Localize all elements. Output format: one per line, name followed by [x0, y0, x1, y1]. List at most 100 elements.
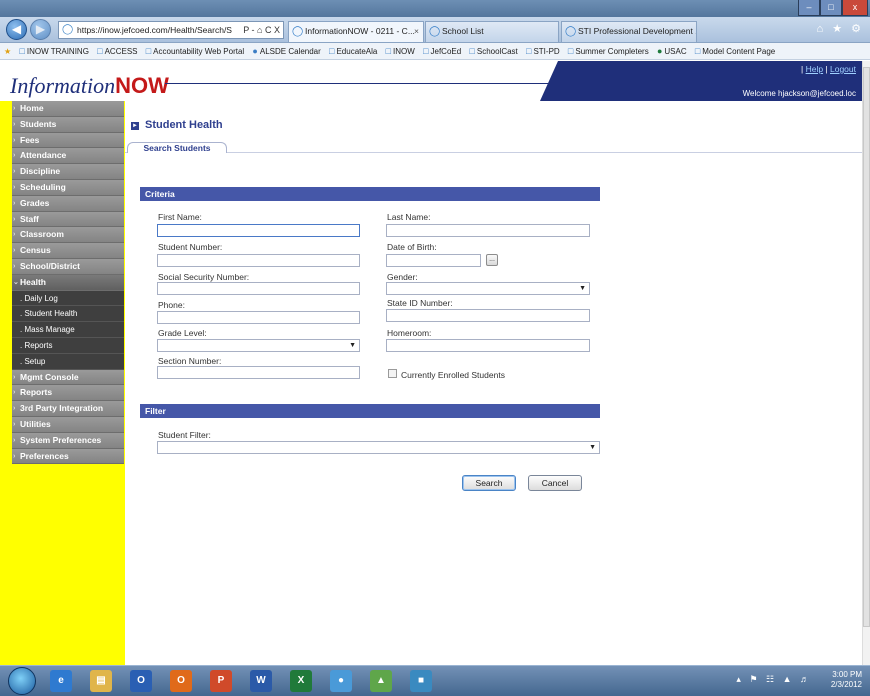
state-id-input[interactable]	[386, 309, 590, 322]
system-clock[interactable]: 3:00 PM 2/3/2012	[831, 670, 862, 690]
favorite-link[interactable]: □ INOW	[385, 43, 415, 59]
menu-item-fees[interactable]: › Fees	[12, 132, 124, 149]
app2-icon[interactable]: ■	[410, 670, 432, 692]
tab-sti-pd[interactable]: ◯ STI Professional Development ...	[561, 21, 697, 42]
menu-item-system-preferences[interactable]: › System Preferences	[12, 432, 124, 449]
minimize-button[interactable]: –	[798, 0, 820, 16]
logout-link[interactable]: Logout	[830, 64, 856, 74]
favorite-link[interactable]: □ JefCoEd	[423, 43, 461, 59]
page-scrollbar[interactable]	[862, 61, 870, 665]
favorite-link[interactable]: □ EducateAla	[329, 43, 377, 59]
last-name-input[interactable]	[386, 224, 590, 237]
maximize-button[interactable]: □	[820, 0, 842, 16]
menu-item-classroom[interactable]: › Classroom	[12, 227, 124, 244]
close-button[interactable]: x	[842, 0, 868, 16]
favorite-link[interactable]: □ INOW TRAINING	[19, 43, 89, 59]
submenu-item-daily-log[interactable]: . Daily Log	[12, 290, 124, 307]
gender-select[interactable]: ▼	[386, 282, 590, 295]
state-id-label: State ID Number:	[387, 298, 453, 308]
favorite-link[interactable]: ● USAC	[657, 43, 687, 59]
sidebar: › Home › Students › Fees › Attendance › Disci…	[0, 101, 125, 665]
ie-tab-icon: ◯	[429, 26, 441, 37]
menu-item-reports[interactable]: › Reports	[12, 385, 124, 402]
first-name-input[interactable]	[157, 224, 360, 237]
menu-item-census[interactable]: › Census	[12, 243, 124, 259]
ssn-label: Social Security Number:	[158, 272, 250, 282]
menu-item-students[interactable]: › Students	[12, 116, 124, 133]
scrollbar-thumb[interactable]	[863, 67, 870, 627]
page-icon: □	[19, 46, 25, 56]
menu-arrow-icon: ›	[13, 152, 16, 160]
welcome-text: Welcome hjackson@jefcoed.loc	[742, 89, 856, 98]
page-icon: □	[423, 46, 429, 56]
student-number-input[interactable]	[157, 254, 360, 267]
home-favorites-tools-icons[interactable]: ⌂ ★ ⚙	[817, 22, 864, 35]
tab-search-students[interactable]: Search Students	[127, 142, 227, 153]
menu-arrow-icon: ›	[13, 247, 16, 255]
excel-icon[interactable]: X	[290, 670, 312, 692]
clock-time: 3:00 PM	[832, 670, 862, 679]
ssn-input[interactable]	[157, 282, 360, 295]
currently-enrolled-checkbox[interactable]	[388, 369, 397, 378]
section-number-input[interactable]	[157, 366, 360, 379]
cancel-button[interactable]: Cancel	[528, 475, 582, 491]
tab-school-list[interactable]: ◯ School List	[425, 21, 559, 42]
homeroom-input[interactable]	[386, 339, 590, 352]
favorite-link[interactable]: ● ALSDE Calendar	[252, 43, 320, 59]
tab-close-icon[interactable]: ×	[414, 22, 419, 41]
menu-item-discipline[interactable]: › Discipline	[12, 164, 124, 180]
app-icon[interactable]: ▲	[370, 670, 392, 692]
tab-strip-line	[125, 152, 862, 153]
help-link[interactable]: Help	[806, 64, 823, 74]
word-icon[interactable]: W	[250, 670, 272, 692]
page-icon: □	[329, 46, 335, 56]
menu-arrow-icon: ›	[13, 231, 16, 239]
file-explorer-icon[interactable]: ▤	[90, 670, 112, 692]
outlook-icon[interactable]: O	[130, 670, 152, 692]
date-picker-button[interactable]: ...	[486, 254, 498, 266]
menu-item-preferences[interactable]: › Preferences	[12, 448, 124, 465]
browser-icon[interactable]: ●	[330, 670, 352, 692]
menu-item-grades[interactable]: › Grades	[12, 195, 124, 212]
phone-input[interactable]	[157, 311, 360, 324]
internet-explorer-icon[interactable]: e	[50, 670, 72, 692]
browser-nav-bar: ◀ ▶ ◯ https://inow.jefcoed.com/Health/Se…	[0, 17, 870, 43]
submenu-item-student-health[interactable]: . Student Health	[12, 306, 124, 323]
menu-item-scheduling[interactable]: › Scheduling	[12, 179, 124, 196]
favorite-link[interactable]: □ ACCESS	[97, 43, 137, 59]
submenu-item-setup[interactable]: . Setup	[12, 353, 124, 370]
menu-item-utilities[interactable]: › Utilities	[12, 416, 124, 433]
student-filter-select[interactable]: ▼	[157, 441, 600, 454]
back-button[interactable]: ◀	[6, 19, 27, 40]
menu-item-3rd-party-integration[interactable]: › 3rd Party Integration	[12, 401, 124, 417]
system-tray-icons[interactable]: ▴ ⚑ ☷ ▲ ♬	[736, 674, 812, 685]
favorites-star-icon[interactable]: ★	[4, 44, 11, 59]
grade-level-select[interactable]: ▼	[157, 339, 360, 352]
favorite-link[interactable]: □ Summer Completers	[568, 43, 649, 59]
page-title: ► Student Health	[131, 119, 223, 131]
menu-item-attendance[interactable]: › Attendance	[12, 148, 124, 165]
favorite-link[interactable]: □ Model Content Page	[695, 43, 775, 59]
submenu-item-mass-manage[interactable]: . Mass Manage	[12, 322, 124, 338]
start-button[interactable]	[8, 667, 36, 695]
favorite-link[interactable]: □ STI-PD	[526, 43, 560, 59]
favorite-link[interactable]: □ Accountability Web Portal	[146, 43, 244, 59]
powerpoint-icon[interactable]: P	[210, 670, 232, 692]
address-url: https://inow.jefcoed.com/Health/Search/S	[77, 25, 232, 35]
menu-item-health[interactable]: ⌄ Health	[12, 274, 124, 291]
tab-informationnow[interactable]: ◯ InformationNOW - 0211 - C... ×	[288, 21, 424, 42]
address-controls[interactable]: Ρ - ⌂ C X	[243, 22, 280, 38]
menu-item-mgmt-console[interactable]: › Mgmt Console	[12, 369, 124, 386]
address-bar[interactable]: ◯ https://inow.jefcoed.com/Health/Search…	[58, 21, 284, 39]
search-button[interactable]: Search	[462, 475, 516, 491]
menu-item-staff[interactable]: › Staff	[12, 211, 124, 228]
menu-item-school-district[interactable]: › School/District	[12, 258, 124, 275]
page-icon: □	[385, 46, 392, 56]
currently-enrolled-label[interactable]: Currently Enrolled Students	[401, 370, 505, 380]
forward-button[interactable]: ▶	[30, 19, 51, 40]
date-of-birth-input[interactable]	[386, 254, 481, 267]
menu-item-home[interactable]: › Home	[12, 101, 124, 117]
favorite-link[interactable]: □ SchoolCast	[469, 43, 517, 59]
submenu-item-reports[interactable]: . Reports	[12, 337, 124, 354]
office-icon[interactable]: O	[170, 670, 192, 692]
